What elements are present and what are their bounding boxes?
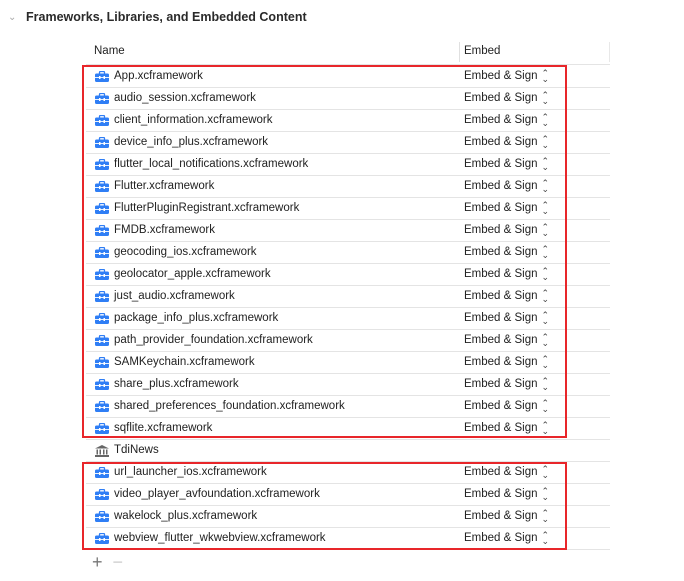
table-header: Name Embed (86, 42, 610, 65)
chevron-down-icon[interactable]: ⌄ (8, 12, 26, 23)
section-title: Frameworks, Libraries, and Embedded Cont… (26, 10, 307, 24)
remove-button[interactable]: − (113, 552, 124, 573)
column-divider[interactable] (459, 42, 460, 62)
highlight-box (82, 462, 567, 550)
column-name[interactable]: Name (94, 45, 125, 57)
column-embed[interactable]: Embed (464, 45, 500, 57)
add-button[interactable]: + (92, 552, 103, 573)
framework-name: TdiNews (114, 444, 159, 456)
column-divider (609, 42, 610, 62)
section-header[interactable]: ⌄ Frameworks, Libraries, and Embedded Co… (8, 10, 307, 24)
library-icon (95, 445, 109, 457)
highlight-box (82, 65, 567, 438)
table-row[interactable]: TdiNews (86, 440, 610, 462)
